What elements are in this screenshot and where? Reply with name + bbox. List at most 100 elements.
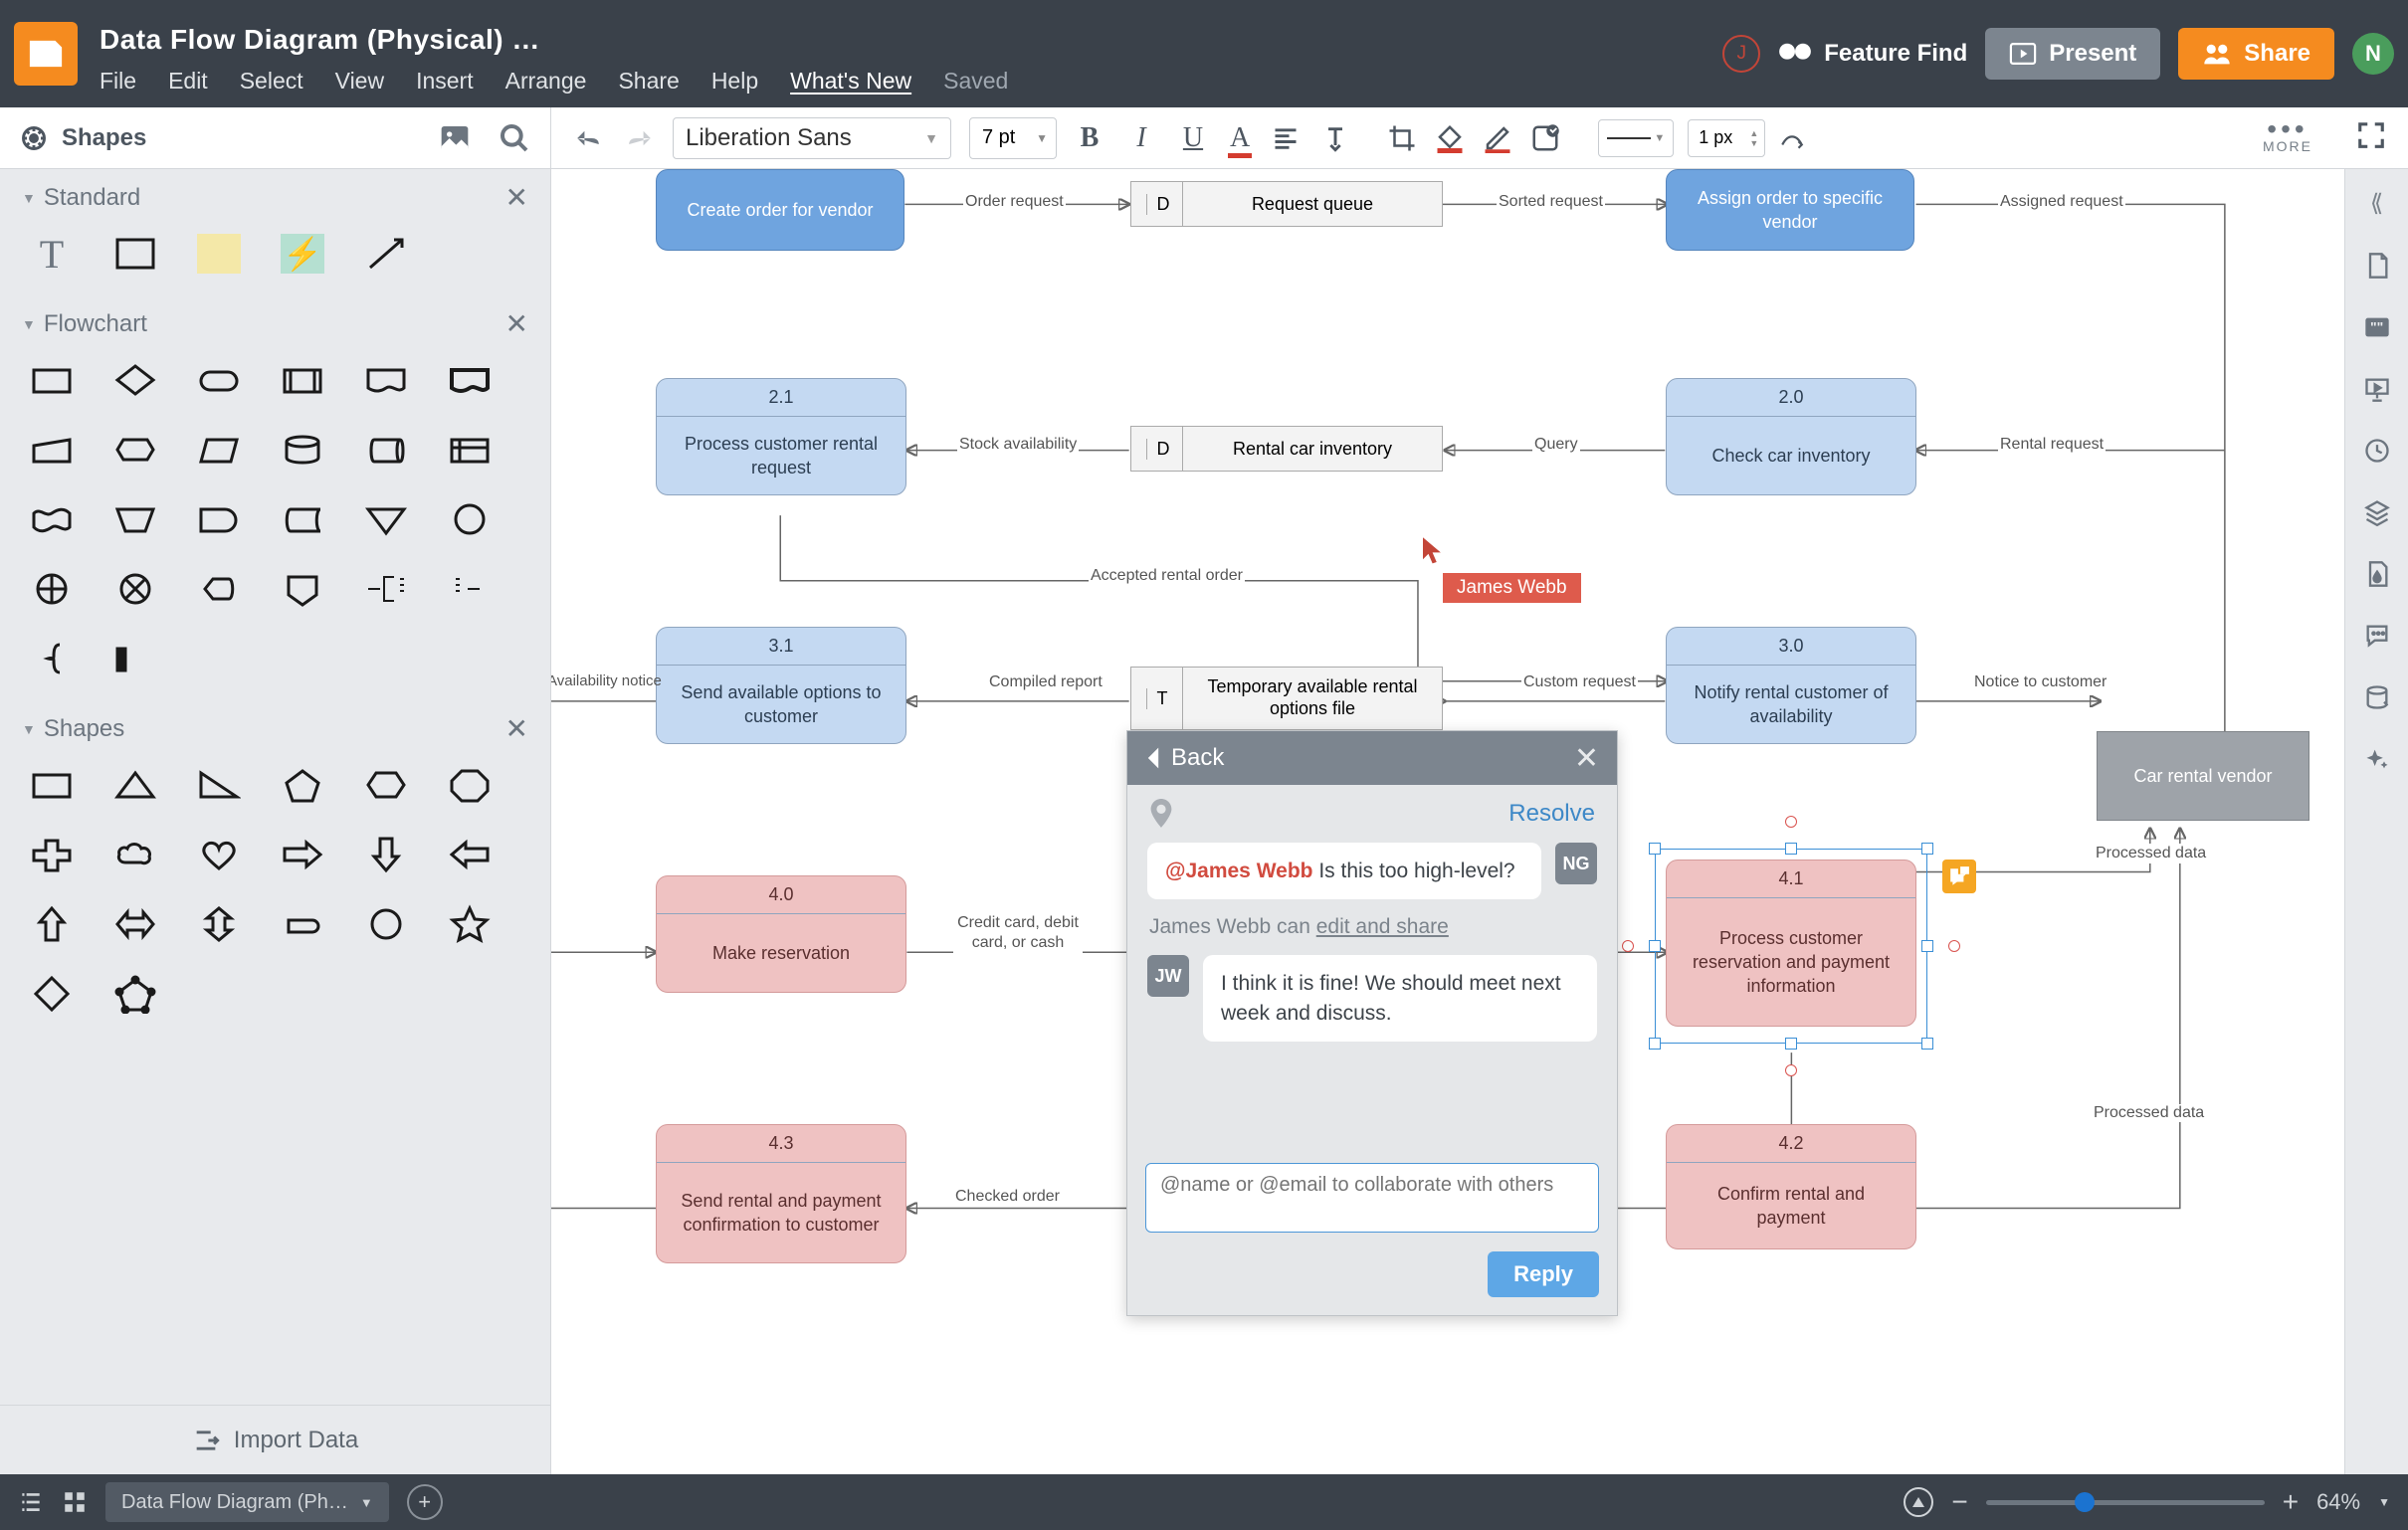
- section-flowchart[interactable]: Flowchart: [44, 310, 147, 338]
- sh-heart[interactable]: [197, 835, 241, 874]
- sh-arrowd[interactable]: [364, 835, 408, 874]
- datastore-request-queue[interactable]: D Request queue: [1130, 181, 1443, 227]
- menu-select[interactable]: Select: [240, 68, 303, 95]
- fc-annotation1[interactable]: [364, 569, 408, 609]
- fc-document[interactable]: [364, 360, 408, 400]
- zoom-slider[interactable]: [1986, 1500, 2265, 1505]
- menu-view[interactable]: View: [335, 68, 384, 95]
- import-data-button[interactable]: Import Data: [0, 1405, 550, 1474]
- menu-arrange[interactable]: Arrange: [505, 68, 587, 95]
- arrow-shape[interactable]: [364, 234, 408, 274]
- proc-assign-order[interactable]: Assign order to specific vendor: [1667, 170, 1913, 250]
- add-page-button[interactable]: +: [407, 1484, 443, 1520]
- proc-3-1[interactable]: 3.1 Send available options to customer: [656, 627, 906, 744]
- droplet-page-icon[interactable]: [2363, 560, 2391, 588]
- sh-pill[interactable]: [281, 904, 324, 944]
- collapse-rail-icon[interactable]: ⟪: [2370, 189, 2383, 218]
- sel-handle-ne[interactable]: [1921, 843, 1933, 855]
- fc-annotation2[interactable]: [448, 569, 492, 609]
- line-end-icon[interactable]: [1779, 125, 1805, 151]
- section-standard[interactable]: Standard: [44, 184, 140, 212]
- sh-cross[interactable]: [30, 835, 74, 874]
- rect-shape[interactable]: [113, 234, 157, 274]
- italic-icon[interactable]: I: [1126, 121, 1156, 155]
- border-color-icon[interactable]: [1483, 123, 1512, 153]
- comment-indicator[interactable]: [1942, 860, 1976, 893]
- proc-4-3[interactable]: 4.3 Send rental and payment confirmation…: [656, 1124, 906, 1263]
- fc-multidoc[interactable]: [448, 360, 492, 400]
- bolt-shape[interactable]: ⚡: [281, 234, 324, 274]
- user-avatar-n[interactable]: N: [2352, 33, 2394, 75]
- entity-car-vendor[interactable]: Car rental vendor: [2097, 731, 2309, 821]
- feature-find-button[interactable]: Feature Find: [1778, 39, 1967, 69]
- navigator-icon[interactable]: [1904, 1487, 1933, 1517]
- datastore-temp-options[interactable]: T Temporary available rental options fil…: [1130, 667, 1443, 730]
- sh-arrowlr[interactable]: [113, 904, 157, 944]
- fc-decision[interactable]: [113, 360, 157, 400]
- present-button[interactable]: Present: [1985, 28, 2160, 80]
- fc-manualop[interactable]: [113, 499, 157, 539]
- font-size-select[interactable]: 7 pt▼: [969, 117, 1057, 159]
- text-pos-icon[interactable]: [1321, 124, 1349, 152]
- menu-file[interactable]: File: [100, 68, 136, 95]
- fc-brace[interactable]: [30, 639, 74, 678]
- sh-diamond[interactable]: [30, 974, 74, 1014]
- fc-or[interactable]: [30, 569, 74, 609]
- sel-handle-nw[interactable]: [1649, 843, 1661, 855]
- data-icon[interactable]: [2363, 683, 2391, 711]
- comment-close-button[interactable]: ✕: [1574, 741, 1599, 776]
- datastore-rental-inventory[interactable]: D Rental car inventory: [1130, 426, 1443, 472]
- sh-cloud[interactable]: [113, 835, 157, 874]
- section-shapes[interactable]: Shapes: [44, 715, 124, 743]
- fullscreen-icon[interactable]: [2356, 120, 2386, 155]
- fc-process[interactable]: [30, 360, 74, 400]
- undo-icon[interactable]: [573, 126, 603, 150]
- bold-icon[interactable]: B: [1075, 121, 1104, 155]
- close-section-standard[interactable]: ✕: [505, 181, 528, 214]
- collaborator-avatar-j[interactable]: J: [1722, 35, 1760, 73]
- reply-button[interactable]: Reply: [1488, 1251, 1599, 1297]
- history-icon[interactable]: [2363, 437, 2391, 465]
- sparkle-icon[interactable]: [2363, 745, 2391, 773]
- search-icon[interactable]: [499, 122, 530, 154]
- fc-predefined[interactable]: [281, 360, 324, 400]
- proc-4-2[interactable]: 4.2 Confirm rental and payment: [1666, 1124, 1916, 1249]
- document-title[interactable]: Data Flow Diagram (Physical) …: [100, 24, 1008, 56]
- sh-arrowl[interactable]: [448, 835, 492, 874]
- sh-rect[interactable]: [30, 765, 74, 805]
- menu-help[interactable]: Help: [711, 68, 758, 95]
- crop-icon[interactable]: [1387, 123, 1417, 153]
- text-color-icon[interactable]: A: [1230, 122, 1250, 154]
- image-icon[interactable]: [439, 122, 471, 154]
- chat-icon[interactable]: [2363, 622, 2391, 650]
- zoom-out-button[interactable]: −: [1951, 1486, 1967, 1518]
- fc-database[interactable]: [281, 430, 324, 470]
- text-shape[interactable]: T: [30, 234, 74, 274]
- close-section-flowchart[interactable]: ✕: [505, 307, 528, 340]
- fc-summing[interactable]: [113, 569, 157, 609]
- fc-preparation[interactable]: [113, 430, 157, 470]
- fc-terminator[interactable]: [197, 360, 241, 400]
- proc-create-order[interactable]: Create order for vendor: [657, 170, 903, 250]
- sh-pent[interactable]: [281, 765, 324, 805]
- shapes-panel-toggle[interactable]: Shapes: [20, 124, 146, 152]
- fc-merge[interactable]: [364, 499, 408, 539]
- menu-insert[interactable]: Insert: [416, 68, 474, 95]
- page-icon[interactable]: [2363, 252, 2391, 280]
- sh-circle[interactable]: [364, 904, 408, 944]
- sh-arrowud[interactable]: [197, 904, 241, 944]
- sel-handle-n[interactable]: [1785, 843, 1797, 855]
- menu-whats-new[interactable]: What's New: [790, 68, 911, 95]
- quote-icon[interactable]: "": [2363, 313, 2391, 341]
- font-family-select[interactable]: Liberation Sans▼: [673, 117, 951, 159]
- share-button[interactable]: Share: [2178, 28, 2334, 80]
- proc-3-0[interactable]: 3.0 Notify rental customer of availabili…: [1666, 627, 1916, 744]
- underline-icon[interactable]: U: [1178, 121, 1208, 155]
- sel-handle-w[interactable]: [1649, 940, 1661, 952]
- sel-port-s[interactable]: [1785, 1064, 1797, 1076]
- fc-directdata[interactable]: [364, 430, 408, 470]
- sh-poly[interactable]: [113, 974, 157, 1014]
- fc-connector[interactable]: [448, 499, 492, 539]
- fc-papertape[interactable]: [30, 499, 74, 539]
- sel-handle-s[interactable]: [1785, 1038, 1797, 1050]
